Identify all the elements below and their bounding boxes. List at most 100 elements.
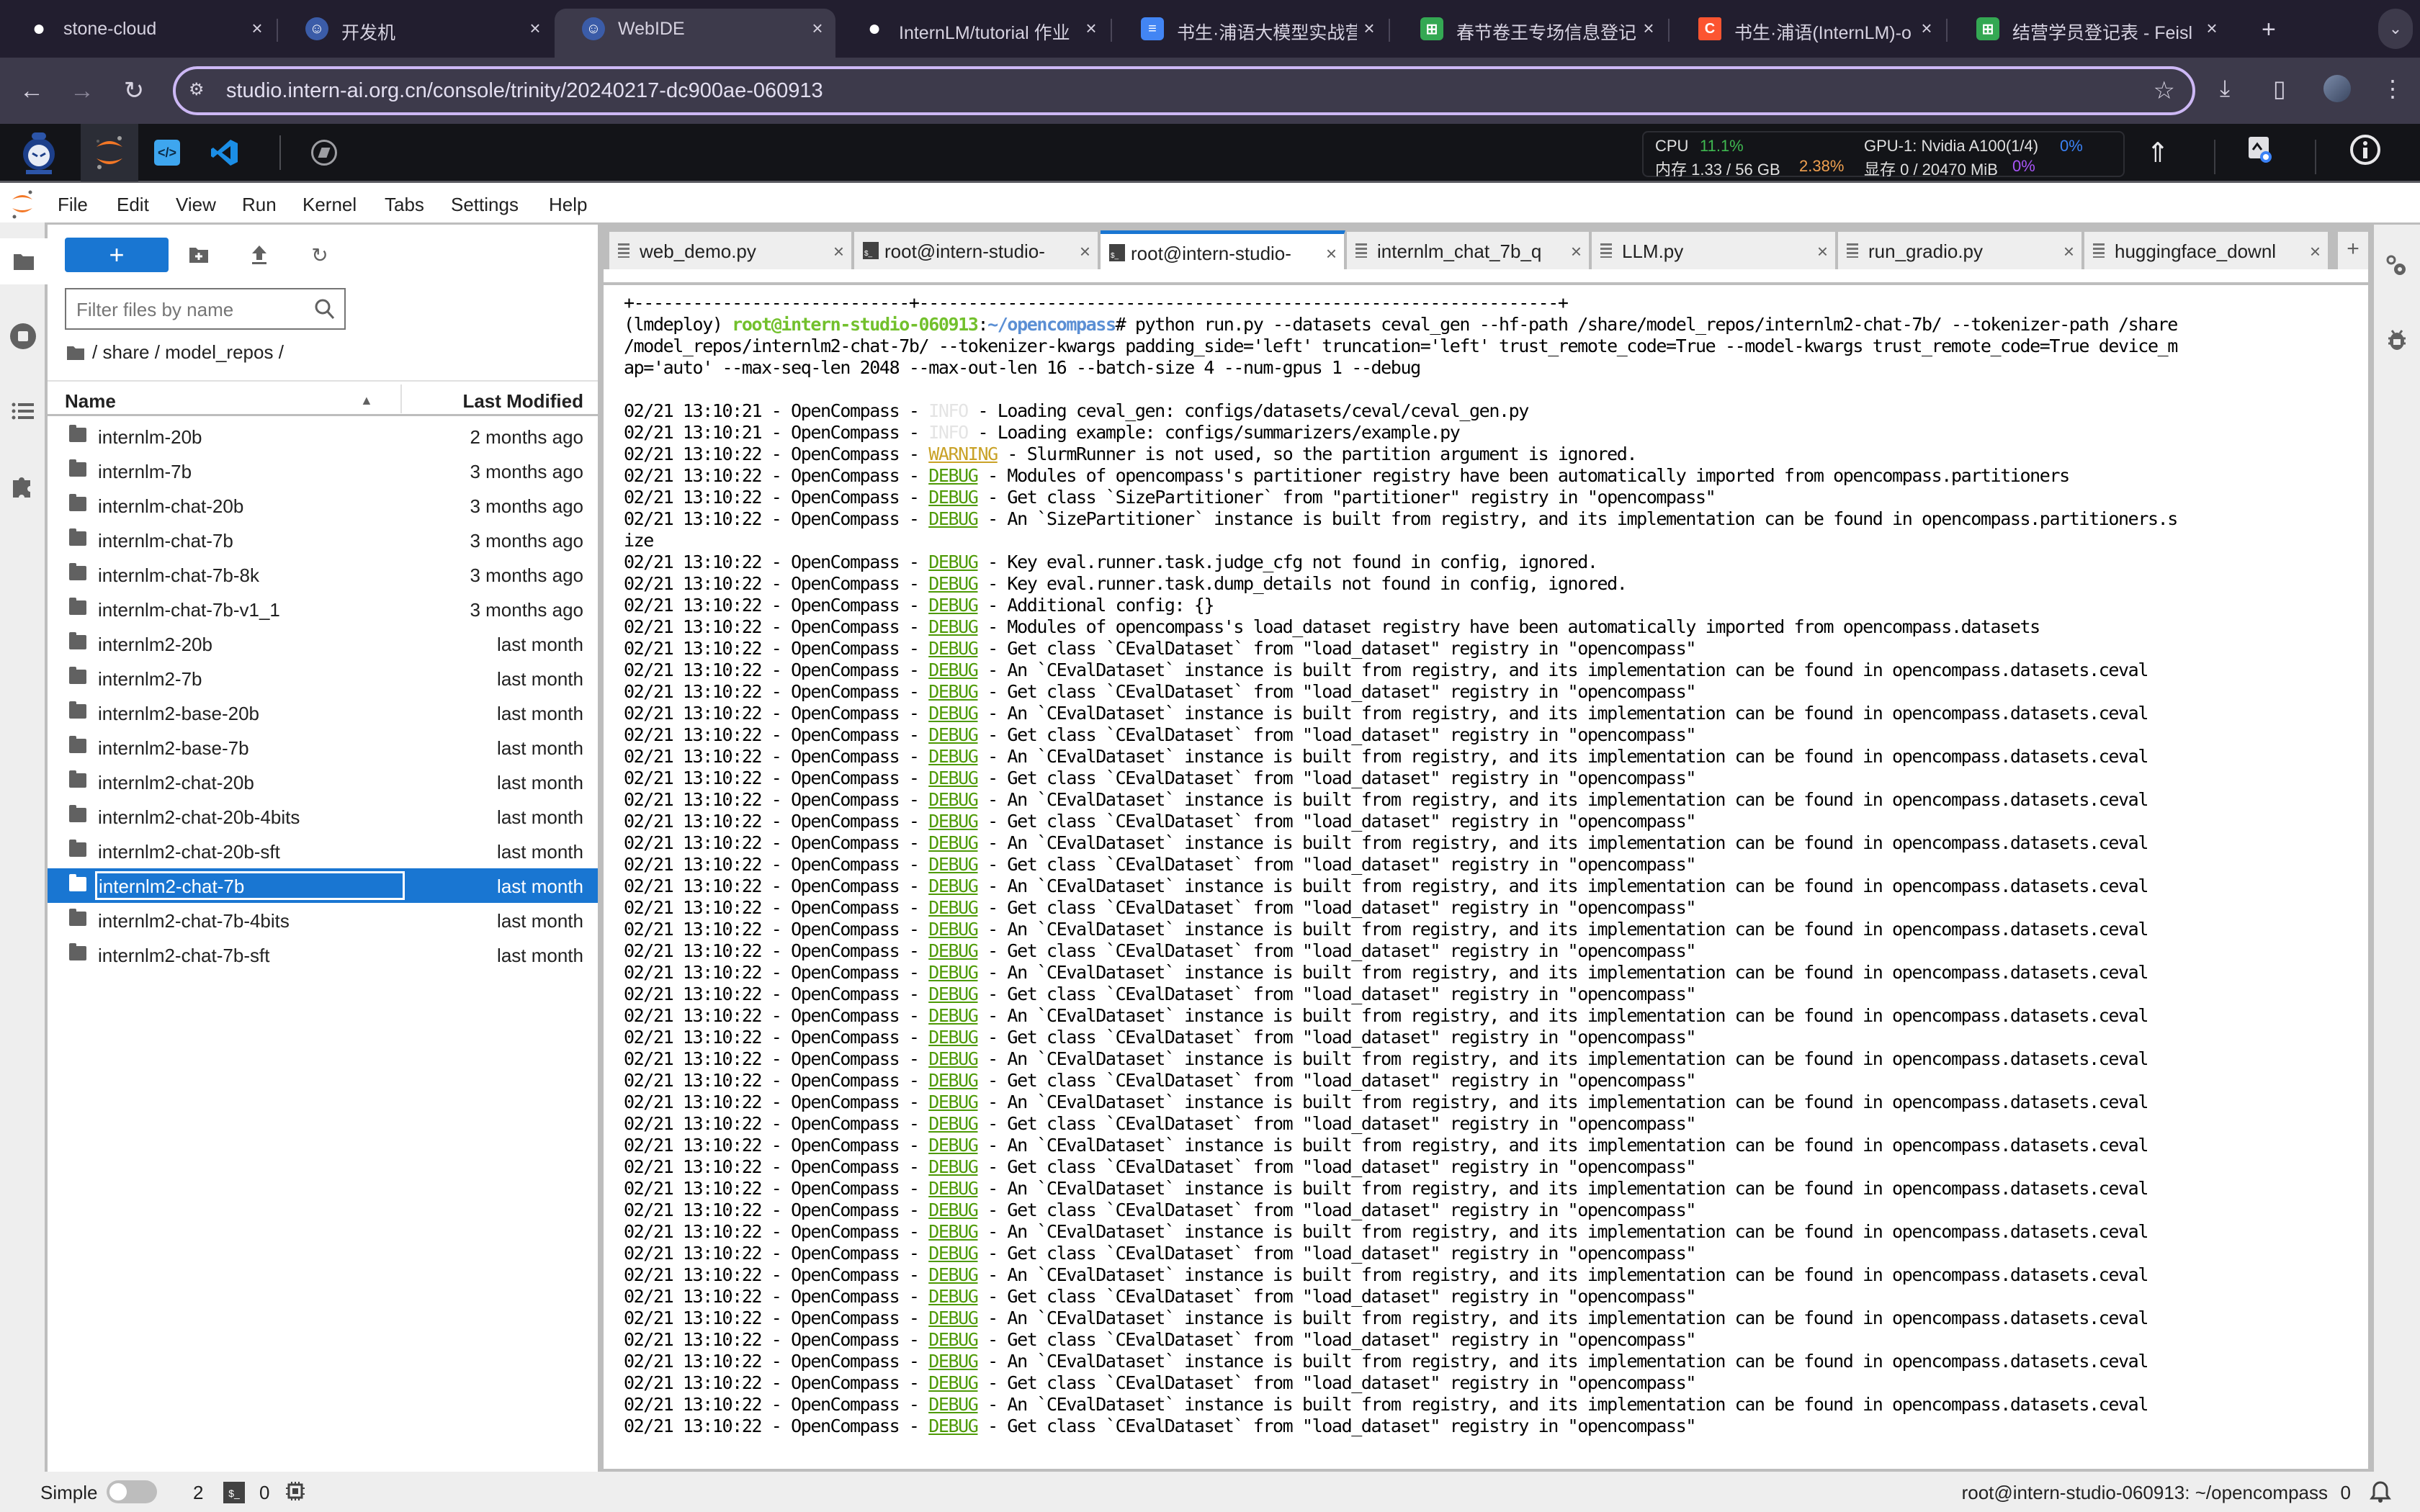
url-text[interactable]: studio.intern-ai.org.cn/console/trinity/… bbox=[226, 79, 823, 103]
filter-files-field[interactable] bbox=[76, 297, 300, 323]
running-sessions-tab[interactable] bbox=[0, 313, 46, 359]
close-tab-icon[interactable]: × bbox=[1916, 17, 1937, 40]
menu-run[interactable]: Run bbox=[242, 194, 277, 216]
kernel-count[interactable]: 0 bbox=[259, 1482, 269, 1504]
debugger-tab[interactable] bbox=[2374, 317, 2420, 363]
forward-button[interactable]: → bbox=[65, 73, 99, 108]
close-tab-icon[interactable]: × bbox=[1638, 17, 1659, 40]
code-editor-switch[interactable]: </> bbox=[154, 140, 180, 166]
new-tab-button[interactable]: + bbox=[2262, 16, 2276, 44]
file-row[interactable]: internlm2-chat-20b-4bits last month bbox=[48, 799, 598, 834]
info-icon[interactable] bbox=[2349, 134, 2381, 173]
close-tab-icon[interactable]: × bbox=[1571, 240, 1582, 263]
table-of-contents-tab[interactable] bbox=[0, 388, 46, 434]
refresh-button[interactable]: ↻ bbox=[305, 240, 334, 269]
intern-studio-logo[interactable] bbox=[10, 130, 68, 177]
column-last-modified[interactable]: Last Modified bbox=[462, 390, 583, 413]
upload-arrow-icon[interactable]: ⇑ bbox=[2146, 137, 2169, 169]
browser-tab[interactable]: ≡ 书生·浦语大模型实战营 × bbox=[1113, 9, 1387, 49]
menu-help[interactable]: Help bbox=[549, 194, 587, 216]
more-menu-icon[interactable]: ⋮ bbox=[2381, 75, 2404, 102]
document-tab[interactable]: web_demo.py × bbox=[609, 232, 853, 269]
browser-tab[interactable]: ● stone-cloud × bbox=[0, 9, 275, 49]
extension-manager-tab[interactable] bbox=[0, 463, 46, 509]
upload-button[interactable] bbox=[245, 240, 274, 269]
file-row[interactable]: internlm-7b 3 months ago bbox=[48, 454, 598, 488]
menu-tabs[interactable]: Tabs bbox=[385, 194, 424, 216]
monitor-chart-icon[interactable] bbox=[2247, 135, 2273, 171]
menu-settings[interactable]: Settings bbox=[451, 194, 519, 216]
download-icon[interactable]: ⤓ bbox=[2220, 75, 2230, 102]
close-tab-icon[interactable]: × bbox=[1817, 240, 1828, 263]
file-row[interactable]: internlm2-chat-7b-4bits last month bbox=[48, 903, 598, 937]
column-resize-handle[interactable] bbox=[400, 384, 402, 413]
close-tab-icon[interactable]: × bbox=[2201, 17, 2223, 40]
file-name[interactable]: internlm2-chat-7b bbox=[95, 871, 405, 900]
document-tab[interactable]: $_ root@intern-studio- × bbox=[1101, 230, 1345, 269]
document-tab[interactable]: LLM.py × bbox=[1592, 232, 1837, 269]
bookmark-star-icon[interactable]: ☆ bbox=[2154, 76, 2175, 105]
terminal-icon[interactable]: $_ bbox=[223, 1482, 245, 1503]
profile-avatar[interactable] bbox=[2323, 75, 2351, 102]
menu-file[interactable]: File bbox=[58, 194, 88, 216]
file-row[interactable]: internlm2-7b last month bbox=[48, 661, 598, 696]
file-row[interactable]: internlm-chat-7b-8k 3 months ago bbox=[48, 557, 598, 592]
browser-tab[interactable]: ⊞ 结营学员登记表 - Feisl × bbox=[1949, 9, 2230, 49]
new-folder-button[interactable] bbox=[184, 240, 213, 269]
terminal-output[interactable]: +----------------------------+----------… bbox=[609, 288, 2362, 1463]
new-launcher-button[interactable]: + bbox=[65, 238, 169, 272]
vscode-icon[interactable] bbox=[210, 138, 239, 167]
close-tab-icon[interactable]: × bbox=[807, 17, 828, 40]
close-tab-icon[interactable]: × bbox=[1358, 17, 1380, 40]
breadcrumb-path[interactable]: / share / model_repos / bbox=[92, 341, 284, 364]
simple-mode-toggle[interactable] bbox=[107, 1480, 157, 1503]
compass-icon[interactable] bbox=[311, 140, 337, 166]
home-folder-icon[interactable] bbox=[66, 345, 85, 361]
back-button[interactable]: ← bbox=[14, 73, 49, 108]
file-browser-tab[interactable] bbox=[0, 238, 48, 284]
tab-search-button[interactable]: ⌄ bbox=[2378, 9, 2413, 49]
bell-icon[interactable] bbox=[2370, 1480, 2391, 1508]
new-launcher-tab-button[interactable]: + bbox=[2338, 232, 2368, 269]
side-panel-icon[interactable]: ▯ bbox=[2273, 75, 2286, 102]
browser-tab[interactable]: ● InternLM/tutorial 作业 × bbox=[835, 9, 1109, 49]
notification-count[interactable]: 0 bbox=[2341, 1482, 2351, 1504]
file-row[interactable]: internlm-chat-20b 3 months ago bbox=[48, 488, 598, 523]
document-tab[interactable]: internlm_chat_7b_q × bbox=[1347, 232, 1590, 269]
close-tab-icon[interactable]: × bbox=[524, 17, 546, 40]
close-tab-icon[interactable]: × bbox=[246, 17, 268, 40]
jupyterlab-switch[interactable] bbox=[81, 124, 138, 181]
address-bar[interactable]: ⚙ studio.intern-ai.org.cn/console/trinit… bbox=[173, 66, 2195, 115]
column-name[interactable]: Name bbox=[65, 390, 116, 413]
file-row[interactable]: internlm2-chat-20b-sft last month bbox=[48, 834, 598, 868]
close-tab-icon[interactable]: × bbox=[2310, 240, 2321, 263]
file-row[interactable]: internlm2-20b last month bbox=[48, 626, 598, 661]
menu-kernel[interactable]: Kernel bbox=[302, 194, 357, 216]
close-tab-icon[interactable]: × bbox=[1326, 243, 1337, 265]
menu-view[interactable]: View bbox=[176, 194, 216, 216]
file-row[interactable]: internlm2-chat-7b-sft last month bbox=[48, 937, 598, 972]
browser-tab[interactable]: ☺ WebIDE × bbox=[555, 9, 835, 58]
terminal-count[interactable]: 2 bbox=[193, 1482, 203, 1504]
browser-tab[interactable]: C 书生·浦语(InternLM)-o × bbox=[1671, 9, 1945, 49]
file-row[interactable]: internlm2-base-7b last month bbox=[48, 730, 598, 765]
file-row[interactable]: internlm-chat-7b-v1_1 3 months ago bbox=[48, 592, 598, 626]
file-row[interactable]: internlm2-base-20b last month bbox=[48, 696, 598, 730]
file-row[interactable]: internlm2-chat-7b last month bbox=[48, 868, 598, 903]
browser-tab[interactable]: ⊞ 春节卷王专场信息登记 × bbox=[1393, 9, 1667, 49]
close-tab-icon[interactable]: × bbox=[1080, 240, 1090, 263]
menu-edit[interactable]: Edit bbox=[117, 194, 149, 216]
reload-button[interactable]: ↻ bbox=[117, 73, 151, 108]
file-row[interactable]: internlm-chat-7b 3 months ago bbox=[48, 523, 598, 557]
cpu-chip-icon[interactable] bbox=[285, 1480, 305, 1507]
document-tab[interactable]: run_gradio.py × bbox=[1838, 232, 2083, 269]
document-tab[interactable]: $_ root@intern-studio- × bbox=[854, 232, 1099, 269]
browser-tab[interactable]: ☺ 开发机 × bbox=[278, 9, 553, 49]
close-tab-icon[interactable]: × bbox=[2063, 240, 2074, 263]
file-row[interactable]: internlm-20b 2 months ago bbox=[48, 419, 598, 454]
close-tab-icon[interactable]: × bbox=[833, 240, 844, 263]
file-row[interactable]: internlm2-chat-20b last month bbox=[48, 765, 598, 799]
close-tab-icon[interactable]: × bbox=[1080, 17, 1102, 40]
property-inspector-tab[interactable] bbox=[2374, 243, 2420, 289]
site-info-icon[interactable]: ⚙ bbox=[189, 79, 205, 100]
